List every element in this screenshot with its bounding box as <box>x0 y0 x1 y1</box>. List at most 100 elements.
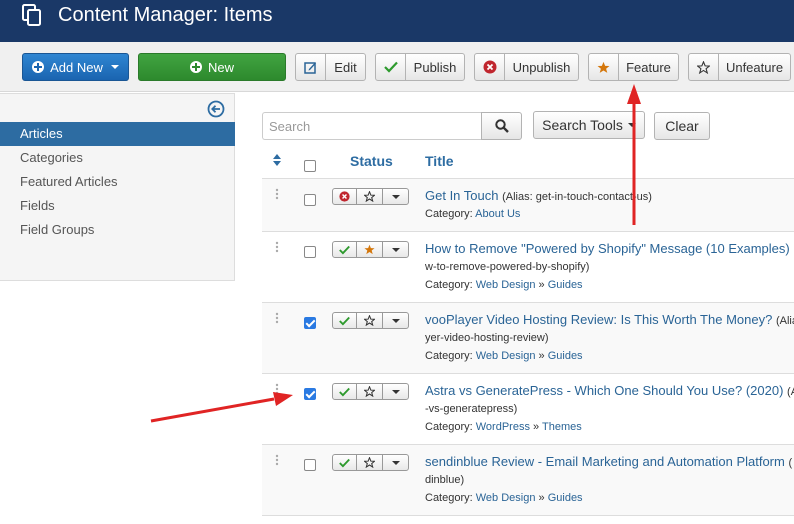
drag-handle-icon[interactable] <box>275 312 279 324</box>
divider <box>262 231 794 232</box>
item-title-link[interactable]: vooPlayer Video Hosting Review: Is This … <box>425 312 794 327</box>
category-link[interactable]: Web Design <box>476 492 536 504</box>
arrow-to-checkbox <box>150 392 293 423</box>
subcategory-link[interactable]: Guides <box>548 279 583 291</box>
subcategory-link[interactable]: Guides <box>548 350 583 362</box>
search-button[interactable] <box>481 112 522 140</box>
feature-button[interactable]: Feature <box>588 53 679 81</box>
actions-dropdown[interactable] <box>383 455 408 470</box>
unfeature-button[interactable]: Unfeature <box>688 53 791 81</box>
caret-down-icon <box>627 123 636 127</box>
star-empty-icon <box>689 54 719 80</box>
select-all-checkbox[interactable] <box>304 160 316 172</box>
category-prefix: Category: <box>425 492 476 504</box>
featured-toggle[interactable] <box>357 313 383 328</box>
row-checkbox[interactable] <box>304 459 316 471</box>
star-filled-icon <box>364 244 375 255</box>
status-button-group <box>332 454 409 471</box>
sidebar-item-categories[interactable]: Categories <box>0 146 235 170</box>
sidebar-item-featured-articles[interactable]: Featured Articles <box>0 170 235 194</box>
category-link[interactable]: About Us <box>475 208 520 220</box>
search-input[interactable] <box>262 112 482 140</box>
feature-label: Feature <box>626 59 671 75</box>
check-icon <box>339 387 350 396</box>
divider <box>262 515 794 516</box>
published-toggle[interactable] <box>333 455 357 470</box>
caret-down-icon <box>391 460 400 465</box>
caret-down-icon <box>391 247 400 252</box>
category-link[interactable]: WordPress <box>476 421 530 433</box>
category-link[interactable]: Web Design <box>476 279 536 291</box>
unpublish-button[interactable]: Unpublish <box>474 53 579 81</box>
featured-toggle[interactable] <box>357 455 383 470</box>
item-alias-start: (A <box>787 386 794 398</box>
check-icon <box>339 245 350 254</box>
item-alias-start: ( <box>788 457 793 469</box>
edit-button[interactable]: Edit <box>295 53 366 81</box>
published-toggle[interactable] <box>333 313 357 328</box>
drag-handle-icon[interactable] <box>275 454 279 466</box>
drag-handle-icon[interactable] <box>275 383 279 395</box>
divider <box>262 373 794 374</box>
item-title-link[interactable]: Astra vs GeneratePress - Which One Shoul… <box>425 383 794 398</box>
item-alias: yer-video-hosting-review) <box>425 332 549 344</box>
drag-handle-icon[interactable] <box>275 188 279 200</box>
status-button-group <box>332 312 409 329</box>
star-empty-icon <box>364 457 375 468</box>
actions-dropdown[interactable] <box>383 313 408 328</box>
sidebar-item-fields[interactable]: Fields <box>0 194 235 218</box>
new-button[interactable]: New <box>138 53 286 81</box>
item-title-link[interactable]: sendinblue Review - Email Marketing and … <box>425 454 792 469</box>
subcategory-link[interactable]: Themes <box>542 421 582 433</box>
actions-dropdown[interactable] <box>383 189 408 204</box>
published-toggle[interactable] <box>333 242 357 257</box>
actions-dropdown[interactable] <box>383 384 408 399</box>
collapse-sidebar-icon[interactable] <box>207 100 225 118</box>
check-icon <box>376 54 406 80</box>
plus-circle-icon <box>32 61 45 73</box>
sidebar-item-articles[interactable]: Articles <box>0 122 235 146</box>
star-empty-icon <box>364 315 375 326</box>
row-checkbox[interactable] <box>304 388 316 400</box>
unfeature-label: Unfeature <box>725 59 784 75</box>
edit-label: Edit <box>334 59 357 75</box>
item-alias-start: (Alia <box>775 315 794 327</box>
published-toggle[interactable] <box>333 384 357 399</box>
page-title: Content Manager: Items <box>58 4 273 26</box>
row-checkbox[interactable] <box>304 246 316 258</box>
item-alias: (Alias: get-in-touch-contact-us) <box>502 191 652 203</box>
actions-dropdown[interactable] <box>383 242 408 257</box>
star-empty-icon <box>364 191 375 202</box>
sidebar: Articles Categories Featured Articles Fi… <box>0 93 235 281</box>
title-column-header[interactable]: Title <box>425 153 454 169</box>
item-category: Category: Web Design » Guides <box>425 492 583 504</box>
featured-toggle[interactable] <box>357 189 383 204</box>
unpublished-toggle[interactable] <box>333 189 357 204</box>
featured-toggle[interactable] <box>357 242 383 257</box>
search-tools-button[interactable]: Search Tools <box>533 111 645 139</box>
status-column-header[interactable]: Status <box>350 153 393 169</box>
star-empty-icon <box>364 386 375 397</box>
add-new-button[interactable]: Add New <box>22 53 129 81</box>
search-tools-label: Search Tools <box>542 117 623 133</box>
plus-circle-icon <box>189 61 202 73</box>
sort-icon[interactable] <box>273 154 281 166</box>
featured-toggle[interactable] <box>357 384 383 399</box>
subcategory-link[interactable]: Guides <box>548 492 583 504</box>
check-icon <box>339 316 350 325</box>
page-header: Content Manager: Items <box>0 0 794 42</box>
item-title-link[interactable]: Get In Touch (Alias: get-in-touch-contac… <box>425 188 652 203</box>
item-title: Astra vs GeneratePress - Which One Shoul… <box>425 383 784 398</box>
item-title-link[interactable]: How to Remove "Powered by Shopify" Messa… <box>425 241 790 256</box>
row-checkbox[interactable] <box>304 194 316 206</box>
caret-down-icon <box>110 65 119 69</box>
category-link[interactable]: Web Design <box>476 350 536 362</box>
clear-button[interactable]: Clear <box>654 112 710 140</box>
row-checkbox[interactable] <box>304 317 316 329</box>
publish-button[interactable]: Publish <box>375 53 465 81</box>
caret-down-icon <box>391 194 400 199</box>
drag-handle-icon[interactable] <box>275 241 279 253</box>
sidebar-item-field-groups[interactable]: Field Groups <box>0 218 235 242</box>
item-category: Category: Web Design » Guides <box>425 350 583 362</box>
item-title: vooPlayer Video Hosting Review: Is This … <box>425 312 773 327</box>
